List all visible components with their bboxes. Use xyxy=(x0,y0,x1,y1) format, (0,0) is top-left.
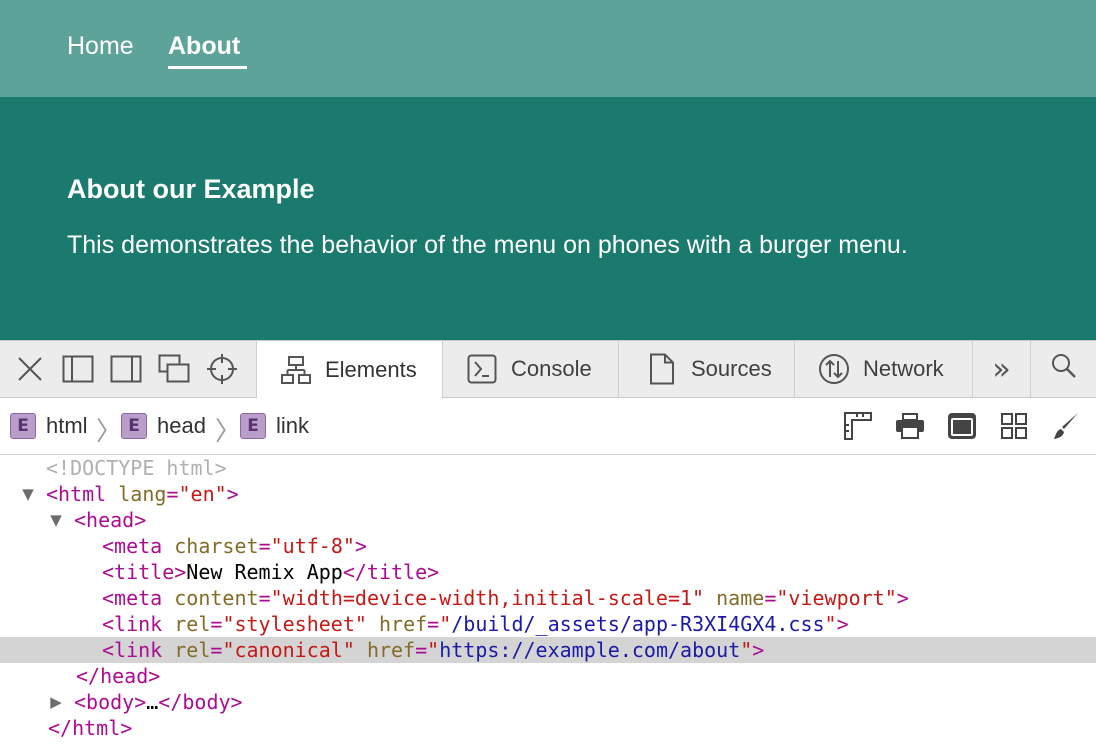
breadcrumb-label: link xyxy=(276,413,310,438)
tab-network-label: Network xyxy=(863,356,944,381)
chevron-double-right-icon: » xyxy=(992,351,1011,387)
chevron-right-icon: 〉 xyxy=(96,417,123,447)
site-navbar: Home About xyxy=(0,0,1096,97)
nav-link-home[interactable]: Home xyxy=(67,30,134,62)
dom-node-link-stylesheet[interactable]: <link rel="stylesheet" href="/build/_ass… xyxy=(0,611,1096,637)
tab-elements[interactable]: Elements xyxy=(256,341,442,398)
tab-console-label: Console xyxy=(511,356,592,381)
devtools-tabbar: Elements Console Sources Network » xyxy=(0,340,1096,398)
breadcrumb-item-link[interactable]: E link xyxy=(240,412,309,440)
elements-tree-icon xyxy=(279,353,313,387)
dom-node-html[interactable]: ▼ <html lang="en"> xyxy=(0,481,1096,507)
href-link: /build/_assets/app-R3XI4GX4.css xyxy=(451,612,825,636)
disclosure-expanded-icon[interactable]: ▼ xyxy=(46,507,66,533)
search-icon xyxy=(1051,353,1077,385)
head-close-tag: </head> xyxy=(76,664,161,688)
brush-icon[interactable] xyxy=(1050,410,1082,442)
grid-icon[interactable] xyxy=(998,410,1030,442)
html-close-tag: </html> xyxy=(48,716,133,740)
network-arrows-icon xyxy=(817,352,851,386)
dock-right-icon[interactable] xyxy=(110,353,142,385)
document-icon xyxy=(645,352,679,386)
element-badge-icon: E xyxy=(121,413,147,439)
dom-node-title[interactable]: <title>New Remix App</title> xyxy=(0,559,1096,585)
page-description: This demonstrates the behavior of the me… xyxy=(67,231,908,259)
dom-tree: <!DOCTYPE html> ▼ <html lang="en"> ▼ <he… xyxy=(0,455,1096,750)
console-icon xyxy=(465,352,499,386)
disclosure-expanded-icon[interactable]: ▼ xyxy=(18,481,38,507)
link-stylesheet-tag: <link rel="stylesheet" href="/build/_ass… xyxy=(102,612,849,636)
element-badge-icon: E xyxy=(240,413,266,439)
breadcrumb-item-head[interactable]: E head xyxy=(121,412,206,440)
head-open-tag: <head> xyxy=(74,508,147,532)
print-icon[interactable] xyxy=(894,410,926,442)
href-link: https://example.com/about xyxy=(439,638,741,662)
hero-section: About our Example This demonstrates the … xyxy=(0,97,1096,340)
html-open-tag: <html lang="en"> xyxy=(46,482,239,506)
breadcrumb-label: html xyxy=(46,413,88,438)
dom-node-meta-viewport[interactable]: <meta content="width=device-width,initia… xyxy=(0,585,1096,611)
dom-node-meta-charset[interactable]: <meta charset="utf-8"> xyxy=(0,533,1096,559)
dom-node-head-close[interactable]: </head> xyxy=(0,663,1096,689)
dom-node-head[interactable]: ▼ <head> xyxy=(0,507,1096,533)
dom-node-body[interactable]: ▶ <body>…</body> xyxy=(0,689,1096,715)
nav-link-about[interactable]: About xyxy=(168,30,240,62)
breadcrumb-label: head xyxy=(157,413,206,438)
title-tag: <title>New Remix App</title> xyxy=(102,560,440,584)
dom-node-link-canonical-selected[interactable]: <link rel="canonical" href="https://exam… xyxy=(0,637,1096,663)
tab-elements-label: Elements xyxy=(325,356,417,382)
disclosure-collapsed-icon[interactable]: ▶ xyxy=(46,689,66,715)
meta-viewport-tag: <meta content="width=device-width,initia… xyxy=(102,586,909,610)
close-icon[interactable] xyxy=(14,353,46,385)
nav-active-underline xyxy=(168,66,247,69)
body-tag: <body>…</body> xyxy=(74,690,243,714)
detach-window-icon[interactable] xyxy=(158,353,190,385)
search-button[interactable] xyxy=(1030,341,1096,397)
window-icon[interactable] xyxy=(946,410,978,442)
dom-node-doctype[interactable]: <!DOCTYPE html> xyxy=(0,455,1096,481)
link-canonical-tag: <link rel="canonical" href="https://exam… xyxy=(102,638,765,662)
breadcrumb: E html 〉 E head 〉 E link xyxy=(0,398,1096,455)
inspect-crosshair-icon[interactable] xyxy=(206,353,238,385)
chevron-right-icon: 〉 xyxy=(215,417,242,447)
meta-charset-tag: <meta charset="utf-8"> xyxy=(102,534,367,558)
dom-node-html-close[interactable]: </html> xyxy=(0,715,1096,741)
dock-left-icon[interactable] xyxy=(62,353,94,385)
tab-console[interactable]: Console xyxy=(442,341,618,397)
ruler-icon[interactable] xyxy=(842,410,874,442)
tabs-overflow-button[interactable]: » xyxy=(972,341,1030,397)
doctype-text: <!DOCTYPE html> xyxy=(46,456,227,480)
breadcrumb-item-html[interactable]: E html xyxy=(10,412,88,440)
tab-sources-label: Sources xyxy=(691,356,772,381)
page-title: About our Example xyxy=(67,174,315,204)
tab-sources[interactable]: Sources xyxy=(618,341,794,397)
element-badge-icon: E xyxy=(10,413,36,439)
tab-network[interactable]: Network xyxy=(794,341,972,397)
